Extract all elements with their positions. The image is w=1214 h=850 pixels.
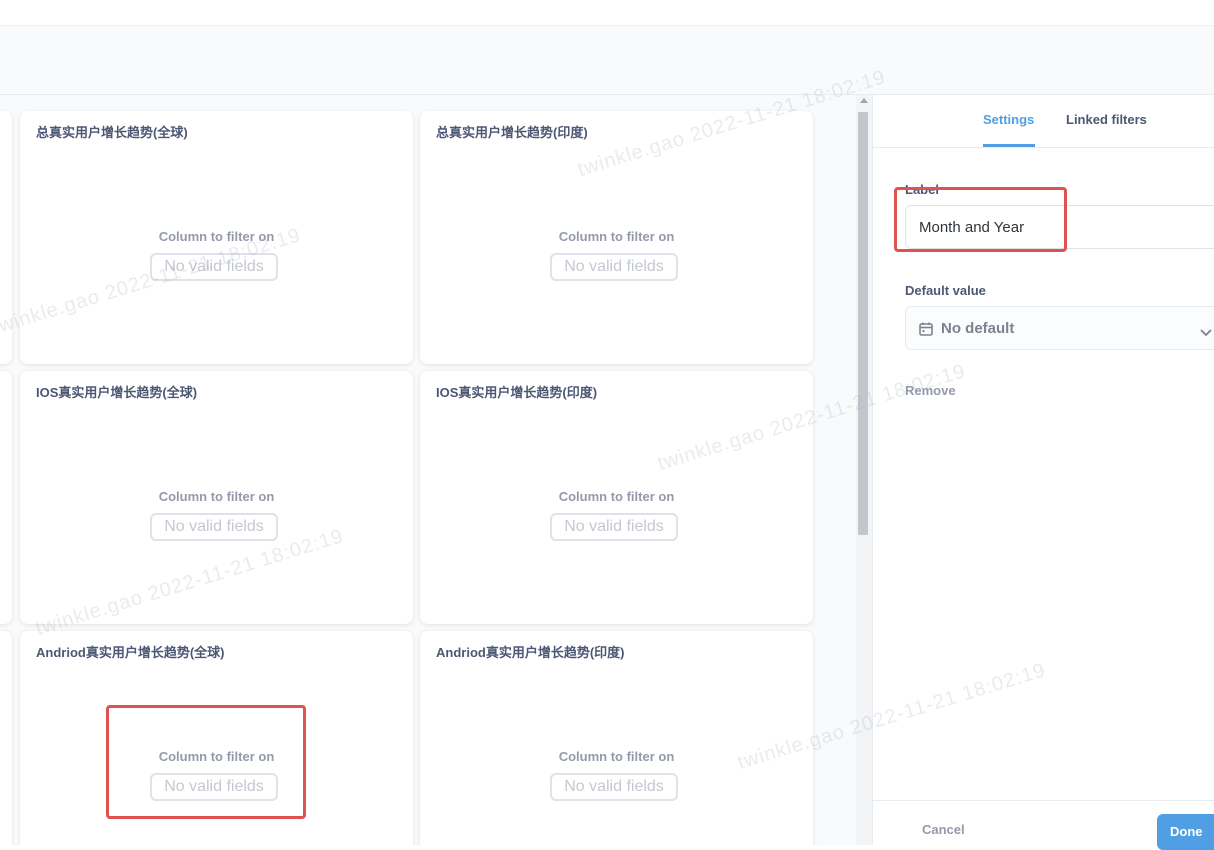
dashboard-canvas: 总真实用户增长趋势(全球) Column to filter on No val… [0,95,856,845]
column-filter-label: Column to filter on [158,229,275,244]
column-filter-select[interactable]: No valid fields [550,253,678,281]
column-filter-select[interactable]: No valid fields [150,513,278,541]
partial-card [0,371,12,624]
default-value-select[interactable]: No default [905,306,1214,350]
chevron-down-icon [1200,324,1212,342]
tabs-divider [873,147,1214,148]
cancel-button[interactable]: Cancel [922,822,965,837]
remove-filter-link[interactable]: Remove [905,383,956,398]
sidebar-footer: Cancel Done [873,800,1214,850]
scroll-up-arrow-icon[interactable] [860,98,868,103]
label-input[interactable] [905,205,1214,249]
column-filter-label: Column to filter on [158,489,275,504]
dashcard-total-global[interactable]: 总真实用户增长趋势(全球) Column to filter on No val… [20,111,413,364]
scrollbar-thumb[interactable] [858,112,868,535]
column-filter-select[interactable]: No valid fields [550,513,678,541]
dashboard-header [0,26,1214,95]
column-filter-select[interactable]: No valid fields [150,773,278,801]
card-title: Andriod真实用户增长趋势(印度) [436,645,625,660]
calendar-icon [919,322,933,341]
dashcard-android-global[interactable]: Andriod真实用户增长趋势(全球) Column to filter on … [20,631,413,845]
top-bar [0,0,1214,26]
label-field-label: Label [905,182,939,197]
tab-linked-filters[interactable]: Linked filters [1066,112,1147,127]
column-filter-label: Column to filter on [558,229,675,244]
card-title: IOS真实用户增长趋势(印度) [436,385,598,400]
default-value-label: Default value [905,283,986,298]
partial-card [0,631,12,845]
dashcard-ios-india[interactable]: IOS真实用户增长趋势(印度) Column to filter on No v… [420,371,813,624]
partial-card [0,111,12,364]
tab-settings[interactable]: Settings [983,112,1034,127]
column-filter-label: Column to filter on [558,489,675,504]
card-title: IOS真实用户增长趋势(全球) [36,385,198,400]
card-title: 总真实用户增长趋势(全球) [36,125,188,140]
canvas-scrollbar[interactable] [856,95,872,845]
default-value-text: No default [941,320,1015,337]
dashcard-android-india[interactable]: Andriod真实用户增长趋势(印度) Column to filter on … [420,631,813,845]
column-filter-label: Column to filter on [158,749,275,764]
card-title: 总真实用户增长趋势(印度) [436,125,588,140]
dashcard-ios-global[interactable]: IOS真实用户增长趋势(全球) Column to filter on No v… [20,371,413,624]
card-title: Andriod真实用户增长趋势(全球) [36,645,225,660]
dashcard-total-india[interactable]: 总真实用户增长趋势(印度) Column to filter on No val… [420,111,813,364]
filter-settings-sidebar: Settings Linked filters Label Default va… [872,95,1214,850]
column-filter-label: Column to filter on [558,749,675,764]
column-filter-select[interactable]: No valid fields [550,773,678,801]
column-filter-select[interactable]: No valid fields [150,253,278,281]
